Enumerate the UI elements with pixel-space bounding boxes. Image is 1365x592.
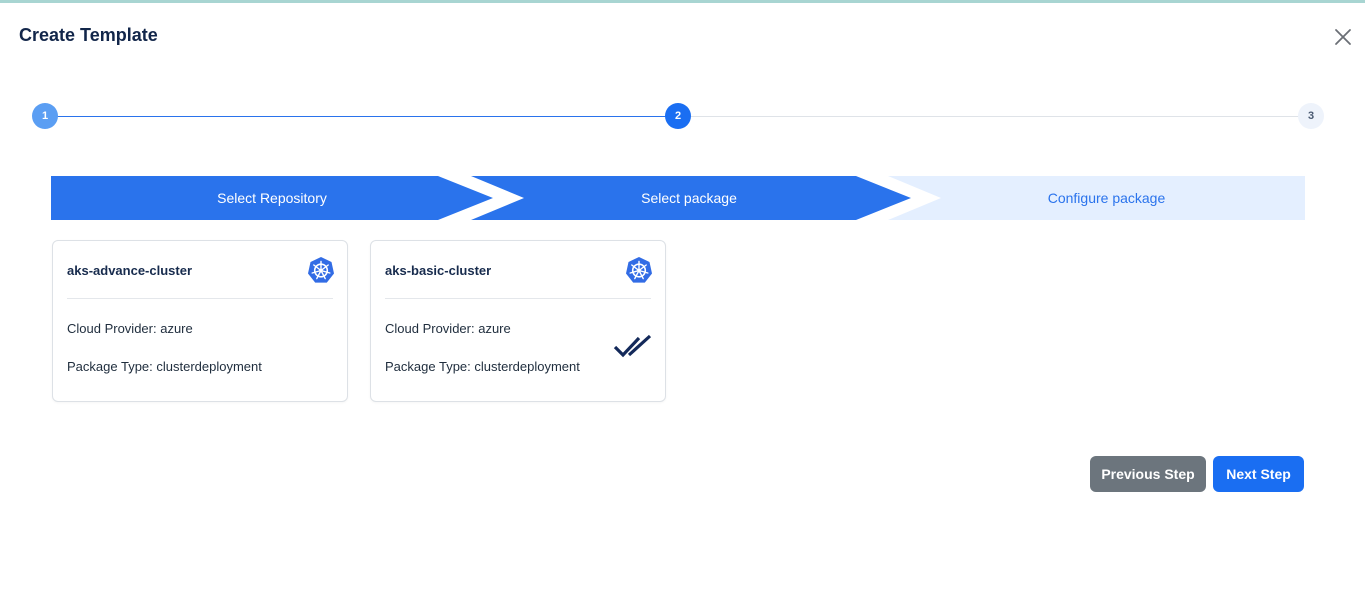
card-divider bbox=[67, 298, 333, 299]
kubernetes-icon bbox=[308, 257, 334, 283]
stepper-line-completed bbox=[44, 116, 678, 117]
dialog-title: Create Template bbox=[19, 25, 158, 45]
cloud-provider-text: Cloud Provider: azure bbox=[67, 321, 193, 336]
stage-configure-package-label[interactable]: Configure package bbox=[909, 176, 1304, 220]
step-3-dot[interactable]: 3 bbox=[1298, 103, 1324, 129]
step-2-number: 2 bbox=[674, 110, 682, 122]
stage-select-package-label[interactable]: Select package bbox=[471, 176, 907, 220]
stage-select-repository-label[interactable]: Select Repository bbox=[51, 176, 493, 220]
package-card-aks-basic-cluster[interactable]: aks-basic-cluster Cloud Provider: azure … bbox=[370, 240, 666, 402]
step-3-number: 3 bbox=[1307, 110, 1315, 122]
double-check-icon bbox=[613, 334, 652, 358]
package-card-aks-advance-cluster[interactable]: aks-advance-cluster Cloud Provider: azur… bbox=[52, 240, 348, 402]
package-type-text: Package Type: clusterdeployment bbox=[385, 359, 580, 374]
step-1-dot[interactable]: 1 bbox=[32, 103, 58, 129]
package-name: aks-basic-cluster bbox=[385, 263, 492, 278]
step-2-dot[interactable]: 2 bbox=[665, 103, 691, 129]
stepper-line-pending bbox=[678, 116, 1311, 117]
top-accent-strip bbox=[0, 0, 1365, 3]
close-icon[interactable] bbox=[1332, 26, 1354, 48]
card-divider bbox=[385, 298, 651, 299]
package-name: aks-advance-cluster bbox=[67, 263, 193, 278]
cloud-provider-text: Cloud Provider: azure bbox=[385, 321, 511, 336]
previous-step-button[interactable]: Previous Step bbox=[1090, 456, 1206, 492]
kubernetes-icon bbox=[626, 257, 652, 283]
next-step-button[interactable]: Next Step bbox=[1213, 456, 1304, 492]
package-type-text: Package Type: clusterdeployment bbox=[67, 359, 262, 374]
step-1-number: 1 bbox=[41, 110, 49, 122]
